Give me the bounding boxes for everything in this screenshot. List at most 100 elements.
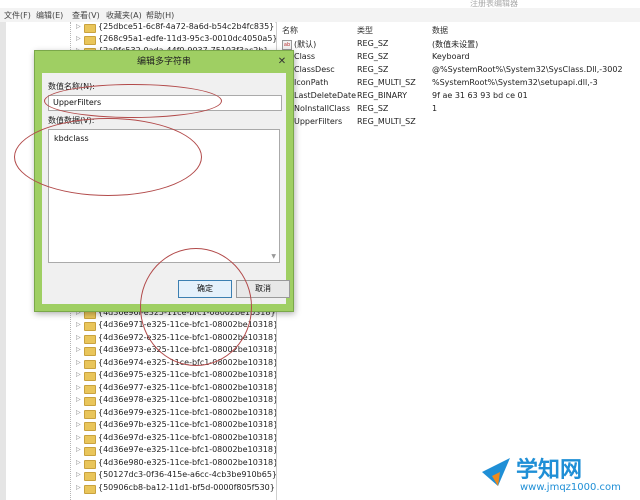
tree-item[interactable]: ▷ {4d36e978-e325-11ce-bfc1-08002be10318} xyxy=(0,395,279,407)
expand-arrow-icon[interactable]: ▷ xyxy=(76,471,81,478)
expand-arrow-icon[interactable]: ▷ xyxy=(76,409,81,416)
watermark-url: www.jmqz1000.com xyxy=(520,482,621,493)
value-name: (默认) xyxy=(294,40,317,49)
expand-arrow-icon[interactable]: ▷ xyxy=(76,334,81,341)
column-header-name[interactable]: 名称 xyxy=(282,25,298,36)
tree-item-label: {4d36e97b-e325-11ce-bfc1-08002be10318} xyxy=(98,420,279,429)
folder-icon xyxy=(84,36,96,45)
expand-arrow-icon[interactable]: ▷ xyxy=(76,35,81,42)
folder-icon xyxy=(84,322,96,331)
folder-icon xyxy=(84,435,96,444)
value-type: REG_BINARY xyxy=(357,91,408,100)
value-data: 1 xyxy=(432,104,438,113)
watermark-text: 学知网 xyxy=(516,458,583,483)
value-name: Class xyxy=(294,52,316,61)
value-data: 9f ae 31 63 93 bd ce 01 xyxy=(432,91,528,100)
tree-item[interactable]: ▷ {4d36e97e-e325-11ce-bfc1-08002be10318} xyxy=(0,445,279,457)
menu-edit[interactable]: 编辑(E) xyxy=(36,10,63,21)
expand-arrow-icon[interactable]: ▷ xyxy=(76,321,81,328)
watermark-logo-icon xyxy=(482,458,510,486)
expand-arrow-icon[interactable]: ▷ xyxy=(76,384,81,391)
tree-item-label: {4d36e975-e325-11ce-bfc1-08002be10318} xyxy=(98,370,279,379)
annotation-circle-name xyxy=(44,84,222,118)
menu-view[interactable]: 查看(V) xyxy=(72,10,100,21)
watermark: 学知网 www.jmqz1000.com xyxy=(478,450,636,498)
folder-icon xyxy=(84,397,96,406)
value-row[interactable]: ab (默认) REG_SZ (数值未设置) xyxy=(277,39,640,52)
expand-arrow-icon[interactable]: ▷ xyxy=(76,371,81,378)
tree-item-label: {25dbce51-6c8f-4a72-8a6d-b54c2b4fc835} xyxy=(98,22,275,31)
annotation-circle-ok xyxy=(140,248,252,366)
value-row[interactable]: ab IconPath REG_MULTI_SZ %SystemRoot%\Sy… xyxy=(277,78,640,91)
expand-arrow-icon[interactable]: ▷ xyxy=(76,484,81,491)
column-header-data[interactable]: 数据 xyxy=(432,25,448,36)
value-type: REG_SZ xyxy=(357,39,389,48)
values-pane: 名称 类型 数据 ab (默认) REG_SZ (数值未设置) ab Class… xyxy=(277,22,640,500)
annotation-circle-data xyxy=(14,118,202,196)
tree-item-label: {50127dc3-0f36-415e-a6cc-4cb3be910b65} xyxy=(98,470,277,479)
value-row[interactable]: ab Class REG_SZ Keyboard xyxy=(277,52,640,65)
value-data: %SystemRoot%\System32\setupapi.dll,-3 xyxy=(432,78,598,87)
tree-item-label: {4d36e977-e325-11ce-bfc1-08002be10318} xyxy=(98,383,279,392)
folder-icon xyxy=(84,472,96,481)
tree-item[interactable]: ▷ {4d36e980-e325-11ce-bfc1-08002be10318} xyxy=(0,458,279,470)
folder-icon xyxy=(84,447,96,456)
folder-icon xyxy=(84,24,96,33)
tree-item[interactable]: ▷ {4d36e979-e325-11ce-bfc1-08002be10318} xyxy=(0,408,279,420)
tree-item[interactable]: ▷ {4d36e975-e325-11ce-bfc1-08002be10318} xyxy=(0,370,279,382)
expand-arrow-icon[interactable]: ▷ xyxy=(76,434,81,441)
menu-file[interactable]: 文件(F) xyxy=(4,10,31,21)
expand-arrow-icon[interactable]: ▷ xyxy=(76,23,81,30)
value-data: (数值未设置) xyxy=(432,40,479,49)
folder-icon xyxy=(84,485,96,494)
tree-item[interactable]: ▷ {50906cb8-ba12-11d1-bf5d-0000f805f530} xyxy=(0,483,275,495)
expand-arrow-icon[interactable]: ▷ xyxy=(76,459,81,466)
value-name: UpperFilters xyxy=(294,117,343,126)
tree-item-label: {50906cb8-ba12-11d1-bf5d-0000f805f530} xyxy=(98,483,275,492)
tree-item[interactable]: ▷ {25dbce51-6c8f-4a72-8a6d-b54c2b4fc835} xyxy=(0,22,275,34)
expand-arrow-icon[interactable]: ▷ xyxy=(76,446,81,453)
tree-item-label: {4d36e979-e325-11ce-bfc1-08002be10318} xyxy=(98,408,279,417)
expand-arrow-icon[interactable]: ▷ xyxy=(76,421,81,428)
folder-icon xyxy=(84,410,96,419)
menu-bar: 文件(F) 编辑(E) 查看(V) 收藏夹(A) 帮助(H) xyxy=(0,8,640,23)
tree-item[interactable]: ▷ {4d36e97b-e325-11ce-bfc1-08002be10318} xyxy=(0,420,279,432)
expand-arrow-icon[interactable]: ▷ xyxy=(76,359,81,366)
value-name: ClassDesc xyxy=(294,65,335,74)
tree-item-label: {4d36e978-e325-11ce-bfc1-08002be10318} xyxy=(98,395,279,404)
tree-item-label: {4d36e97d-e325-11ce-bfc1-08002be10318} xyxy=(98,433,279,442)
tree-item-label: {4d36e980-e325-11ce-bfc1-08002be10318} xyxy=(98,458,279,467)
column-header-type[interactable]: 类型 xyxy=(357,25,373,36)
value-name: NoInstallClass xyxy=(294,104,351,113)
menu-favorites[interactable]: 收藏夹(A) xyxy=(106,10,142,21)
tree-item-label: {268c95a1-edfe-11d3-95c3-0010dc4050a5} xyxy=(98,34,278,43)
folder-icon xyxy=(84,360,96,369)
tree-item[interactable]: ▷ {4d36e974-e325-11ce-bfc1-08002be10318} xyxy=(0,358,278,370)
folder-icon xyxy=(84,335,96,344)
value-data: @%SystemRoot%\System32\SysClass.Dll,-300… xyxy=(432,65,623,74)
expand-arrow-icon[interactable]: ▷ xyxy=(76,396,81,403)
tree-item-label: {4d36e97e-e325-11ce-bfc1-08002be10318} xyxy=(98,445,279,454)
value-row[interactable]: ab UpperFilters REG_MULTI_SZ xyxy=(277,117,640,130)
tree-item[interactable]: ▷ {4d36e97d-e325-11ce-bfc1-08002be10318} xyxy=(0,433,279,445)
value-row[interactable]: ab NoInstallClass REG_SZ 1 xyxy=(277,104,640,117)
menu-help[interactable]: 帮助(H) xyxy=(146,10,174,21)
folder-icon xyxy=(84,347,96,356)
string-value-icon: ab xyxy=(282,40,292,50)
value-type: REG_MULTI_SZ xyxy=(357,78,416,87)
value-type: REG_MULTI_SZ xyxy=(357,117,416,126)
scroll-down-icon[interactable]: ▼ xyxy=(271,253,276,260)
value-type: REG_SZ xyxy=(357,65,389,74)
dialog-title[interactable]: 编辑多字符串 xyxy=(35,51,293,73)
tree-item[interactable]: ▷ {4d36e977-e325-11ce-bfc1-08002be10318} xyxy=(0,383,279,395)
close-icon[interactable]: ✕ xyxy=(275,55,289,68)
tree-item[interactable]: ▷ {268c95a1-edfe-11d3-95c3-0010dc4050a5} xyxy=(0,34,278,46)
tree-item[interactable]: ▷ {50127dc3-0f36-415e-a6cc-4cb3be910b65} xyxy=(0,470,277,482)
folder-icon xyxy=(84,422,96,431)
value-name: IconPath xyxy=(294,78,329,87)
value-data: Keyboard xyxy=(432,52,470,61)
expand-arrow-icon[interactable]: ▷ xyxy=(76,346,81,353)
value-row[interactable]: ab ClassDesc REG_SZ @%SystemRoot%\System… xyxy=(277,65,640,78)
value-row[interactable]: 01 LastDeleteDate REG_BINARY 9f ae 31 63… xyxy=(277,91,640,104)
folder-icon xyxy=(84,460,96,469)
